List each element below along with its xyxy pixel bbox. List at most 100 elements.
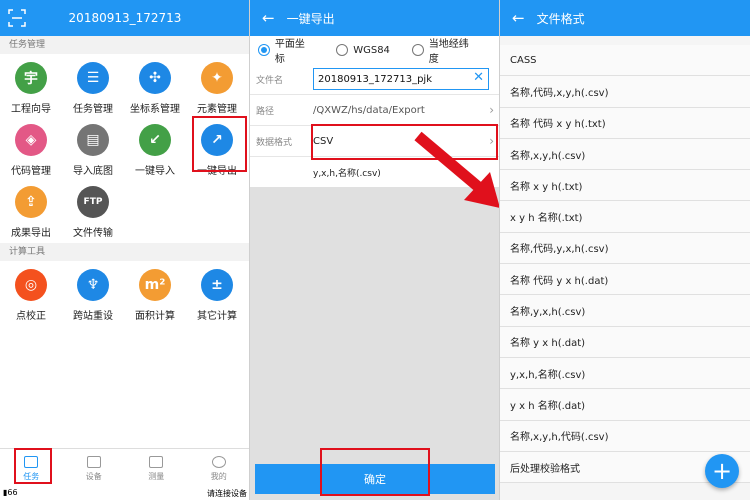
format-desc: y,x,h,名称(.csv) [313,168,381,179]
tool-tile-label: 导入底图 [73,166,113,177]
coord-type-group: 平面坐标 WGS84 当地经纬度 [250,35,500,65]
add-button[interactable]: + [705,454,739,488]
tool-tile[interactable]: ± 其它计算 [186,264,248,326]
nav-profile-label: 我的 [210,471,227,481]
path-label: 路径 [256,106,275,117]
export-title: 一键导出 [286,11,335,26]
format-option[interactable]: CASS [500,45,750,77]
tool-tile-label: 文件传输 [73,228,113,239]
calc-tools-grid: ◎ 点校正 ♆ 跨站重设 m² 面积计算 ± 其它计算 [0,261,250,326]
radio-wgs84[interactable]: WGS84 [336,44,390,56]
radio-local-label: 当地经纬度 [428,39,469,65]
clear-icon[interactable]: ✕ [473,70,484,85]
import-icon: ↙ [139,124,171,156]
format-option[interactable]: y,x,h,名称(.csv) [500,357,750,390]
nav-device-label: 设备 [85,471,102,481]
format-option[interactable]: 名称 x y h(.txt) [500,170,750,202]
tool-tile-label: 面积计算 [135,311,175,322]
task-home-panel: 20180913_172713 任务管理 宇工程向导 ☰ 任务管理 ✣ 坐标系管理 ✦ 元素… [0,0,250,500]
nav-measure[interactable]: 测量 [125,449,188,488]
tool-tile-label: 任务管理 [73,104,113,115]
back-arrow-icon[interactable]: ← [512,9,525,27]
chevron-right-icon: › [489,103,494,117]
status-bar: ▮66 请连接设备 [0,488,250,500]
format-option[interactable]: 名称,y,x,h(.csv) [500,295,750,327]
radio-unchecked-icon [411,44,424,56]
connect-device-hint[interactable]: 请连接设备 [207,488,247,500]
tool-tile[interactable]: ↙ 一键导入 [124,119,186,181]
tool-tile[interactable]: ♆ 跨站重设 [62,264,124,326]
back-arrow-icon[interactable]: ← [262,9,275,27]
tool-tile-label: 其它计算 [197,311,237,322]
nav-profile[interactable]: 我的 [188,449,251,488]
measure-tab-icon [149,455,164,468]
project-wizard-icon: 宇 [15,62,47,94]
tool-tile-label: 成果导出 [11,228,51,239]
tool-tile[interactable]: ☰ 任务管理 [62,57,124,119]
tool-tile[interactable]: ✦ 元素管理 [186,57,248,119]
format-label: 数据格式 [256,137,293,148]
path-value: /QXWZ/hs/data/Export [313,104,425,116]
radio-plane[interactable]: 平面坐标 [258,35,314,65]
result-export-icon: ⇪ [15,186,47,218]
task-list-icon: ☰ [77,62,109,94]
station-icon: ♆ [77,269,109,301]
tool-tile[interactable]: m² 面积计算 [124,264,186,326]
highlight-task-tab [14,448,52,484]
format-option[interactable]: y x h 名称(.dat) [500,389,750,421]
format-option[interactable]: 名称,x,y,h(.csv) [500,138,750,171]
format-option[interactable]: 名称,代码,y,x,h(.csv) [500,232,750,265]
tag-icon: ◈ [15,124,47,156]
format-option[interactable]: 名称 代码 y x h(.dat) [500,264,750,296]
format-option[interactable]: 名称 代码 x y h(.txt) [500,107,750,139]
area-icon: m² [139,269,171,301]
filename-value: 20180913_172713_pjk [318,73,432,85]
home-header: 20180913_172713 [0,0,250,36]
tool-tile-label: 坐标系管理 [130,104,180,115]
format-list: CASS 名称,代码,x,y,h(.csv) 名称 代码 x y h(.txt) 名称… [500,36,750,484]
highlight-confirm [320,448,430,496]
highlight-export-tile [192,116,247,172]
red-arrow-icon [414,131,500,208]
tool-tile-label: 一键导入 [135,166,175,177]
format-title: 文件格式 [536,11,585,26]
section-calc-tools: 计算工具 [0,243,250,261]
import-map-icon: ▤ [77,124,109,156]
tool-tile-label: 代码管理 [11,166,51,177]
export-header: ← 一键导出 [250,0,500,36]
format-option[interactable]: 名称 y x h(.dat) [500,326,750,358]
scan-icon[interactable] [8,9,26,27]
format-option[interactable]: x y h 名称(.txt) [500,201,750,233]
format-option[interactable]: 名称,代码,x,y,h(.csv) [500,76,750,108]
nav-device[interactable]: 设备 [63,449,126,488]
tool-tile[interactable]: ◈ 代码管理 [0,119,62,181]
tool-tile[interactable]: FTP 文件传输 [62,181,124,243]
tool-tile-label: 点校正 [16,311,46,322]
tool-tile[interactable]: ◎ 点校正 [0,264,62,326]
radio-wgs84-label: WGS84 [353,44,390,56]
filename-label: 文件名 [256,75,284,86]
format-option[interactable]: 名称,x,y,h,代码(.csv) [500,420,750,452]
profile-tab-icon [211,455,226,468]
tool-tile[interactable]: 宇工程向导 [0,57,62,119]
nav-measure-label: 测量 [148,471,165,481]
tool-tile[interactable]: ⇪ 成果导出 [0,181,62,243]
filename-row: 文件名 20180913_172713_pjk ✕ [250,64,500,95]
filename-input[interactable]: 20180913_172713_pjk ✕ [313,68,489,90]
radio-plane-label: 平面坐标 [274,39,305,65]
coordinate-icon: ✣ [139,62,171,94]
battery-value: 66 [7,488,18,497]
path-row[interactable]: 路径 /QXWZ/hs/data/Export › [250,95,500,126]
tool-tile[interactable]: ✣ 坐标系管理 [124,57,186,119]
device-tab-icon [86,455,101,468]
battery-level: ▮66 [3,488,18,497]
radio-unchecked-icon [336,44,349,56]
tool-tile-label: 元素管理 [197,104,237,115]
format-header: ← 文件格式 [500,0,750,36]
radio-local[interactable]: 当地经纬度 [411,35,478,65]
calculator-icon: ± [201,269,233,301]
tool-tile-label: 跨站重设 [73,311,113,322]
radio-checked-icon [258,44,270,56]
tool-tile[interactable]: ▤ 导入底图 [62,119,124,181]
tool-tile-label: 工程向导 [11,104,51,115]
